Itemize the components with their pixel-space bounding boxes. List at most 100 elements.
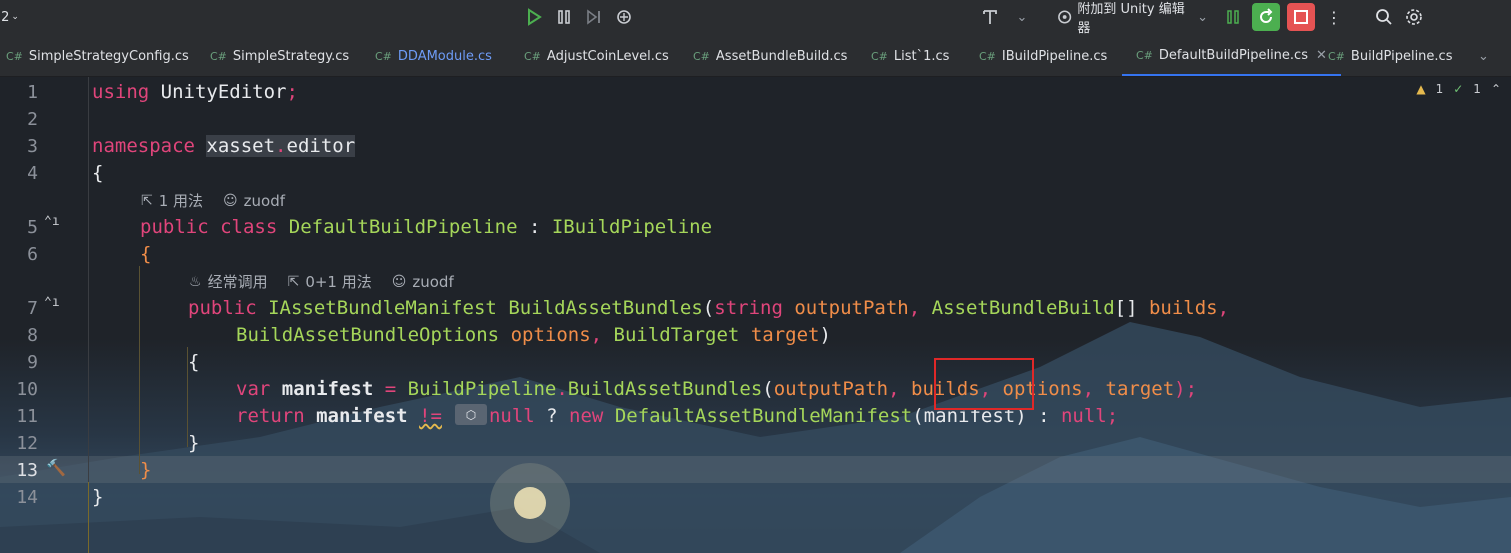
tab-list1[interactable]: C# List`1.cs xyxy=(871,36,949,76)
rerun-button[interactable] xyxy=(1252,3,1280,31)
code-line[interactable]: } xyxy=(188,430,199,457)
brace: } xyxy=(188,432,200,454)
debug-tool-button[interactable] xyxy=(612,5,636,29)
keyword: public xyxy=(140,216,209,238)
csharp-icon: C# xyxy=(210,49,227,63)
code-line[interactable]: { xyxy=(92,160,103,187)
identifier: editor xyxy=(286,135,356,157)
punctuation: , xyxy=(1217,297,1230,319)
keyword: null xyxy=(1060,405,1107,427)
punctuation: [] xyxy=(1114,297,1149,319)
line-number: 12 xyxy=(16,433,38,454)
tab-buildpipeline[interactable]: C# BuildPipeline.cs xyxy=(1328,36,1452,76)
run-button[interactable] xyxy=(522,5,546,29)
chevron-up-icon[interactable]: ⌃ xyxy=(1491,82,1501,96)
punctuation: ; xyxy=(286,81,298,103)
tab-ddamodule[interactable]: C# DDAModule.cs xyxy=(375,36,492,76)
csharp-icon: C# xyxy=(524,49,541,63)
punctuation: , xyxy=(908,297,932,319)
search-button[interactable] xyxy=(1372,5,1396,29)
code-line[interactable]: { xyxy=(140,241,151,268)
indent-guide xyxy=(88,482,89,553)
csharp-icon: C# xyxy=(375,49,392,63)
punctuation: ( xyxy=(762,378,774,400)
keyword: null xyxy=(488,405,535,427)
type-name: IBuildPipeline xyxy=(551,216,713,238)
line-number: 2 xyxy=(27,109,38,130)
local-variable: manifest xyxy=(281,378,374,400)
keyword: var xyxy=(236,378,271,400)
usages-label: 1 用法 xyxy=(158,192,204,210)
hammer-icon[interactable]: 🔨 xyxy=(46,458,66,477)
line-number: 10 xyxy=(16,379,38,400)
code-vision-hint[interactable]: ⇱ 1 用法 ☺ zuodf xyxy=(141,190,285,211)
line-number: 13 xyxy=(16,460,38,481)
brace: } xyxy=(140,459,152,481)
code-line[interactable]: } xyxy=(92,484,103,511)
tab-simplestrategy[interactable]: C# SimpleStrategy.cs xyxy=(210,36,349,76)
tab-assetbundlebuild[interactable]: C# AssetBundleBuild.cs xyxy=(693,36,847,76)
tab-adjustcoinlevel[interactable]: C# AdjustCoinLevel.cs xyxy=(524,36,669,76)
attach-to-unity-button[interactable]: 附加到 Unity 编辑器 ⌄ xyxy=(1056,2,1208,36)
tab-label: SimpleStrategyConfig.cs xyxy=(28,48,189,64)
code-line[interactable]: public IAssetBundleManifest BuildAssetBu… xyxy=(188,295,1229,322)
operator: ? xyxy=(534,405,570,427)
implemented-marker-icon[interactable]: ⌃ı xyxy=(44,214,60,229)
annotation-highlight-box xyxy=(934,358,1034,410)
tab-simplestrategyconfig[interactable]: C# SimpleStrategyConfig.cs xyxy=(6,36,189,76)
code-line[interactable]: { xyxy=(188,349,199,376)
settings-button[interactable] xyxy=(1402,5,1426,29)
tab-defaultbuildpipeline[interactable]: C# DefaultBuildPipeline.cs ✕ xyxy=(1122,36,1341,76)
code-line[interactable]: var manifest = BuildPipeline.BuildAssetB… xyxy=(236,376,1197,403)
stop-icon xyxy=(1294,10,1308,24)
usages-label: 0+1 用法 xyxy=(305,273,372,291)
line-number: 9 xyxy=(27,352,38,373)
resume-button[interactable] xyxy=(1222,5,1244,29)
chevron-down-icon: ⌄ xyxy=(1197,9,1208,25)
code-line[interactable]: namespace xasset.editor xyxy=(92,133,356,160)
unity-object-hint-icon[interactable]: ⬡ xyxy=(455,404,487,425)
tab-overflow-chevron-icon[interactable]: ⌄ xyxy=(1478,36,1489,76)
more-actions-icon[interactable]: ⋮ xyxy=(1326,5,1342,29)
line-number: 5 xyxy=(27,217,38,238)
user-icon: ☺ xyxy=(391,273,407,290)
argument: outputPath xyxy=(773,378,889,400)
inspection-widget[interactable]: ▲ 1 ✓ 1 ⌃ xyxy=(1416,82,1501,96)
tab-label: IBuildPipeline.cs xyxy=(1001,48,1108,64)
attach-icon xyxy=(1058,10,1072,24)
type-name: IAssetBundleManifest xyxy=(268,297,497,319)
tab-label: AssetBundleBuild.cs xyxy=(715,48,848,64)
chevron-down-icon[interactable]: ⌄ xyxy=(1014,5,1030,29)
brace: { xyxy=(188,351,200,373)
type-name: BuildAssetBundleOptions xyxy=(236,324,500,346)
punctuation: , xyxy=(888,378,911,400)
code-editor[interactable]: ▲ 1 ✓ 1 ⌃ 1 2 3 4 5 6 7 8 9 10 11 12 13 14… xyxy=(0,77,1511,553)
user-icon: ☺ xyxy=(223,192,238,209)
close-icon[interactable]: ✕ xyxy=(1316,48,1327,63)
search-icon xyxy=(1376,9,1392,25)
code-vision-hint[interactable]: ♨ 经常调用 ⇱ 0+1 用法 ☺ zuodf xyxy=(189,271,454,292)
parameter: options xyxy=(510,324,591,346)
csharp-icon: C# xyxy=(1328,49,1345,63)
pause-button[interactable] xyxy=(552,5,576,29)
tab-label: BuildPipeline.cs xyxy=(1350,48,1453,64)
step-button[interactable] xyxy=(582,5,606,29)
code-line[interactable]: public class DefaultBuildPipeline : IBui… xyxy=(140,214,712,241)
argument: target xyxy=(1105,378,1175,400)
keyword: using xyxy=(92,81,150,103)
stop-button[interactable] xyxy=(1287,3,1315,31)
brace: } xyxy=(92,486,104,508)
config-selector[interactable]: 2 ⌄ xyxy=(0,5,20,29)
code-line[interactable]: } xyxy=(140,457,151,484)
line-number: 14 xyxy=(16,487,38,508)
tab-ibuildpipeline[interactable]: C# IBuildPipeline.cs xyxy=(979,36,1107,76)
warning-icon: ▲ xyxy=(1416,82,1426,96)
typo-icon: ✓ xyxy=(1453,82,1464,96)
keyword: public xyxy=(188,297,257,319)
method-name: BuildAssetBundles xyxy=(567,378,763,400)
code-line[interactable]: BuildAssetBundleOptions options, BuildTa… xyxy=(236,322,831,349)
implemented-marker-icon[interactable]: ⌃ı xyxy=(44,295,60,310)
text-tool-button[interactable] xyxy=(978,5,1002,29)
identifier: UnityEditor xyxy=(160,81,287,103)
code-line[interactable]: using UnityEditor; xyxy=(92,79,298,106)
